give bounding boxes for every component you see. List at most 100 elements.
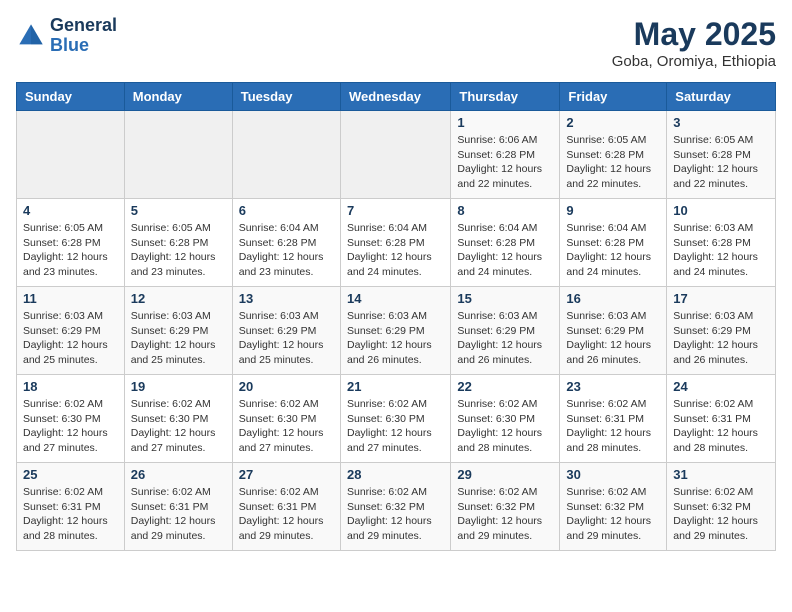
day-number: 17 (673, 291, 769, 306)
calendar-cell: 21Sunrise: 6:02 AM Sunset: 6:30 PM Dayli… (340, 375, 450, 463)
title-block: May 2025 Goba, Oromiya, Ethiopia (612, 16, 776, 70)
calendar-header: SundayMondayTuesdayWednesdayThursdayFrid… (17, 83, 776, 111)
day-info: Sunrise: 6:02 AM Sunset: 6:30 PM Dayligh… (457, 397, 553, 456)
day-number: 3 (673, 115, 769, 130)
calendar-cell: 24 Sunrise: 6:02 AM Sunset: 6:31 PM Dayli… (667, 375, 776, 463)
day-info: Sunrise: 6:02 AM Sunset: 6:32 PM Dayligh… (457, 485, 553, 544)
day-number: 16 (566, 291, 660, 306)
day-number: 11 (23, 291, 118, 306)
day-number: 20 (239, 379, 334, 394)
day-number: 10 (673, 203, 769, 218)
calendar-cell: 12 Sunrise: 6:03 AM Sunset: 6:29 PM Dayli… (124, 287, 232, 375)
calendar-cell: 23Sunrise: 6:02 AM Sunset: 6:31 PM Dayli… (560, 375, 667, 463)
day-number: 25 (23, 467, 118, 482)
calendar-cell: 31Sunrise: 6:02 AM Sunset: 6:32 PM Dayli… (667, 463, 776, 551)
calendar-cell: 3Sunrise: 6:05 AM Sunset: 6:28 PM Daylig… (667, 111, 776, 199)
calendar-cell: 10 Sunrise: 6:03 AM Sunset: 6:28 PM Dayli… (667, 199, 776, 287)
calendar-cell (124, 111, 232, 199)
day-number: 15 (457, 291, 553, 306)
day-info: Sunrise: 6:06 AM Sunset: 6:28 PM Dayligh… (457, 133, 553, 192)
week-row-4: 18 Sunrise: 6:02 AM Sunset: 6:30 PM Dayli… (17, 375, 776, 463)
logo-line2: Blue (50, 36, 117, 56)
day-info: Sunrise: 6:03 AM Sunset: 6:29 PM Dayligh… (457, 309, 553, 368)
calendar-cell: 2 Sunrise: 6:05 AM Sunset: 6:28 PM Daylig… (560, 111, 667, 199)
week-row-5: 25 Sunrise: 6:02 AM Sunset: 6:31 PM Dayli… (17, 463, 776, 551)
calendar-cell: 29 Sunrise: 6:02 AM Sunset: 6:32 PM Dayli… (451, 463, 560, 551)
header-wednesday: Wednesday (340, 83, 450, 111)
calendar-cell: 5Sunrise: 6:05 AM Sunset: 6:28 PM Daylig… (124, 199, 232, 287)
logo: General Blue (16, 16, 117, 56)
calendar-cell: 19Sunrise: 6:02 AM Sunset: 6:30 PM Dayli… (124, 375, 232, 463)
week-row-1: 1Sunrise: 6:06 AM Sunset: 6:28 PM Daylig… (17, 111, 776, 199)
day-info: Sunrise: 6:03 AM Sunset: 6:28 PM Dayligh… (673, 221, 769, 280)
week-row-2: 4Sunrise: 6:05 AM Sunset: 6:28 PM Daylig… (17, 199, 776, 287)
day-number: 5 (131, 203, 226, 218)
calendar-cell: 26 Sunrise: 6:02 AM Sunset: 6:31 PM Dayli… (124, 463, 232, 551)
calendar-cell: 18 Sunrise: 6:02 AM Sunset: 6:30 PM Dayli… (17, 375, 125, 463)
calendar-cell: 15 Sunrise: 6:03 AM Sunset: 6:29 PM Dayli… (451, 287, 560, 375)
day-info: Sunrise: 6:04 AM Sunset: 6:28 PM Dayligh… (457, 221, 553, 280)
day-number: 28 (347, 467, 444, 482)
logo-icon (16, 21, 46, 51)
header-row: SundayMondayTuesdayWednesdayThursdayFrid… (17, 83, 776, 111)
day-number: 14 (347, 291, 444, 306)
day-info: Sunrise: 6:03 AM Sunset: 6:29 PM Dayligh… (347, 309, 444, 368)
day-number: 6 (239, 203, 334, 218)
header-sunday: Sunday (17, 83, 125, 111)
week-row-3: 11 Sunrise: 6:03 AM Sunset: 6:29 PM Dayli… (17, 287, 776, 375)
calendar-cell: 7 Sunrise: 6:04 AM Sunset: 6:28 PM Daylig… (340, 199, 450, 287)
day-number: 23 (566, 379, 660, 394)
day-info: Sunrise: 6:05 AM Sunset: 6:28 PM Dayligh… (23, 221, 118, 280)
day-info: Sunrise: 6:03 AM Sunset: 6:29 PM Dayligh… (23, 309, 118, 368)
header-friday: Friday (560, 83, 667, 111)
header-thursday: Thursday (451, 83, 560, 111)
day-info: Sunrise: 6:02 AM Sunset: 6:31 PM Dayligh… (131, 485, 226, 544)
calendar-cell: 22Sunrise: 6:02 AM Sunset: 6:30 PM Dayli… (451, 375, 560, 463)
calendar-cell (340, 111, 450, 199)
calendar-cell: 9Sunrise: 6:04 AM Sunset: 6:28 PM Daylig… (560, 199, 667, 287)
day-number: 26 (131, 467, 226, 482)
day-number: 12 (131, 291, 226, 306)
calendar-cell: 28Sunrise: 6:02 AM Sunset: 6:32 PM Dayli… (340, 463, 450, 551)
header-monday: Monday (124, 83, 232, 111)
day-number: 13 (239, 291, 334, 306)
calendar-cell (232, 111, 340, 199)
calendar-cell: 13Sunrise: 6:03 AM Sunset: 6:29 PM Dayli… (232, 287, 340, 375)
day-info: Sunrise: 6:02 AM Sunset: 6:31 PM Dayligh… (23, 485, 118, 544)
logo-text: General Blue (50, 16, 117, 56)
day-number: 27 (239, 467, 334, 482)
header-tuesday: Tuesday (232, 83, 340, 111)
calendar-cell: 30 Sunrise: 6:02 AM Sunset: 6:32 PM Dayli… (560, 463, 667, 551)
day-info: Sunrise: 6:03 AM Sunset: 6:29 PM Dayligh… (673, 309, 769, 368)
day-info: Sunrise: 6:02 AM Sunset: 6:31 PM Dayligh… (239, 485, 334, 544)
calendar-cell: 25 Sunrise: 6:02 AM Sunset: 6:31 PM Dayli… (17, 463, 125, 551)
day-number: 8 (457, 203, 553, 218)
day-number: 31 (673, 467, 769, 482)
day-number: 21 (347, 379, 444, 394)
day-number: 29 (457, 467, 553, 482)
day-info: Sunrise: 6:04 AM Sunset: 6:28 PM Dayligh… (347, 221, 444, 280)
calendar-cell: 17 Sunrise: 6:03 AM Sunset: 6:29 PM Dayli… (667, 287, 776, 375)
calendar-cell: 16Sunrise: 6:03 AM Sunset: 6:29 PM Dayli… (560, 287, 667, 375)
calendar-cell: 1Sunrise: 6:06 AM Sunset: 6:28 PM Daylig… (451, 111, 560, 199)
calendar-cell: 14 Sunrise: 6:03 AM Sunset: 6:29 PM Dayli… (340, 287, 450, 375)
day-number: 7 (347, 203, 444, 218)
calendar-cell: 27 Sunrise: 6:02 AM Sunset: 6:31 PM Dayli… (232, 463, 340, 551)
month-year: May 2025 (612, 16, 776, 53)
calendar-cell: 11 Sunrise: 6:03 AM Sunset: 6:29 PM Dayli… (17, 287, 125, 375)
day-info: Sunrise: 6:02 AM Sunset: 6:30 PM Dayligh… (23, 397, 118, 456)
day-info: Sunrise: 6:03 AM Sunset: 6:29 PM Dayligh… (131, 309, 226, 368)
day-info: Sunrise: 6:02 AM Sunset: 6:30 PM Dayligh… (239, 397, 334, 456)
day-number: 2 (566, 115, 660, 130)
day-info: Sunrise: 6:04 AM Sunset: 6:28 PM Dayligh… (239, 221, 334, 280)
day-info: Sunrise: 6:02 AM Sunset: 6:31 PM Dayligh… (673, 397, 769, 456)
day-info: Sunrise: 6:05 AM Sunset: 6:28 PM Dayligh… (566, 133, 660, 192)
calendar-cell: 6 Sunrise: 6:04 AM Sunset: 6:28 PM Daylig… (232, 199, 340, 287)
day-number: 30 (566, 467, 660, 482)
calendar-table: SundayMondayTuesdayWednesdayThursdayFrid… (16, 82, 776, 551)
calendar-cell: 8 Sunrise: 6:04 AM Sunset: 6:28 PM Daylig… (451, 199, 560, 287)
page-header: General Blue May 2025 Goba, Oromiya, Eth… (16, 16, 776, 70)
day-number: 24 (673, 379, 769, 394)
day-info: Sunrise: 6:02 AM Sunset: 6:32 PM Dayligh… (566, 485, 660, 544)
day-number: 18 (23, 379, 118, 394)
